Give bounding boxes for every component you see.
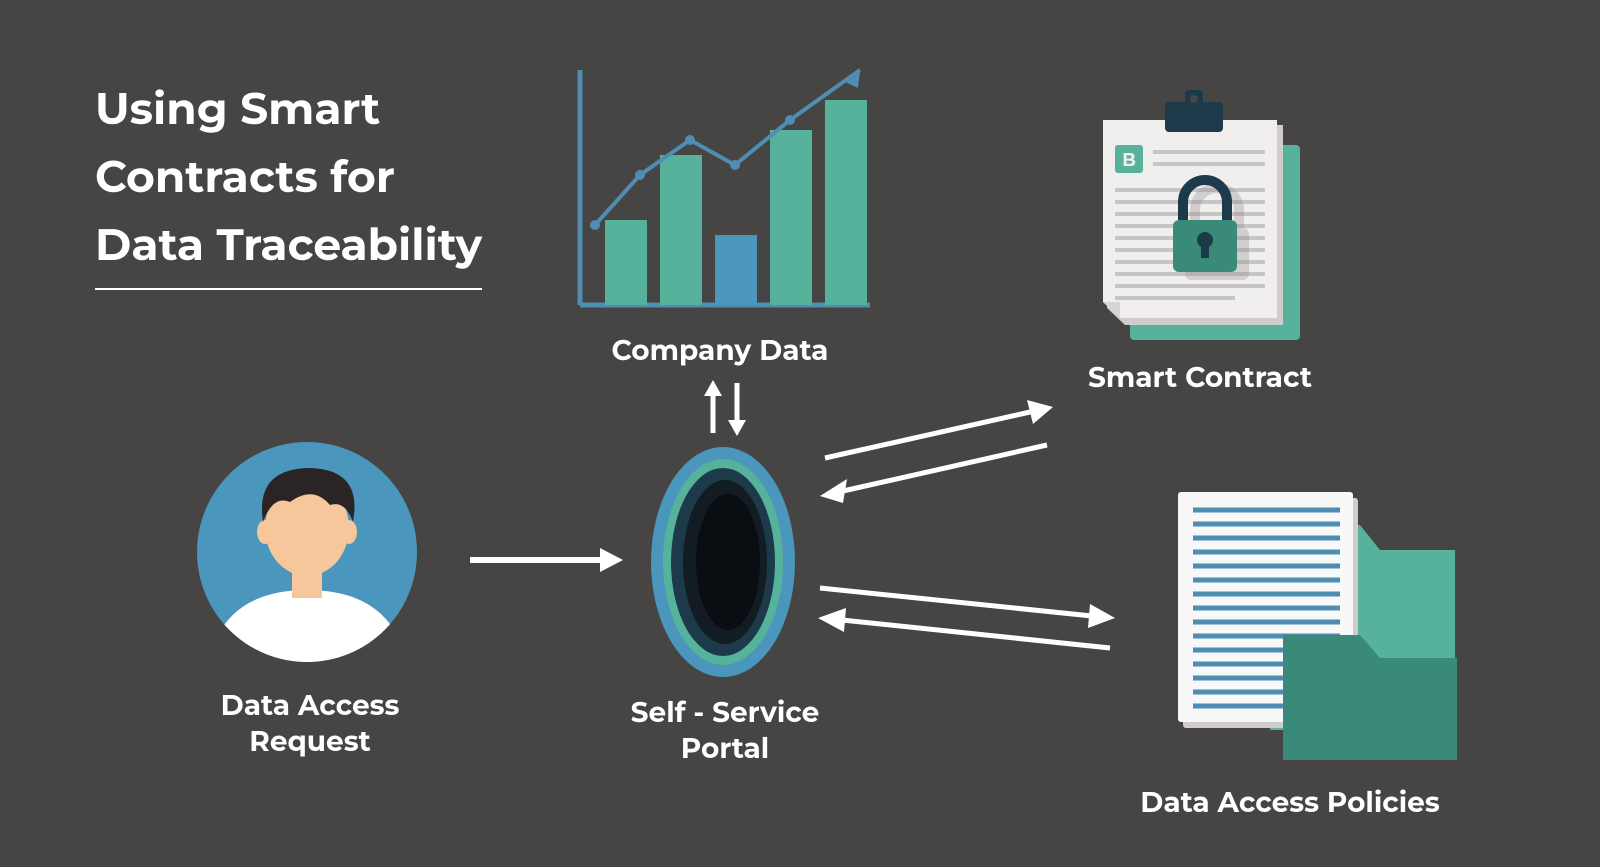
data-access-request-label: Data Access Request [170, 688, 450, 761]
arrow-portal-policies-icon [812, 568, 1122, 673]
portal-icon [648, 445, 798, 680]
smart-contract-label: Smart Contract [1050, 360, 1350, 396]
smart-contract-icon: B [1065, 90, 1325, 345]
person-avatar-icon [195, 440, 420, 665]
arrow-portal-smartcontract-icon [815, 400, 1060, 510]
self-service-portal-label: Self - Service Portal [615, 695, 835, 768]
title-line3: Data Traceability [95, 211, 482, 289]
arrow-request-to-portal-icon [465, 540, 625, 580]
arrow-portal-companydata-icon [695, 378, 755, 438]
folder-document-icon [1135, 480, 1465, 770]
svg-text:B: B [1122, 149, 1136, 171]
company-data-label: Company Data [560, 333, 880, 369]
company-data-icon [560, 60, 880, 320]
title-line2: Contracts for [95, 150, 395, 204]
data-access-policies-label: Data Access Policies [1110, 785, 1470, 821]
diagram-title: Using Smart Contracts for Data Traceabil… [95, 75, 482, 290]
title-line1: Using Smart [95, 82, 380, 136]
